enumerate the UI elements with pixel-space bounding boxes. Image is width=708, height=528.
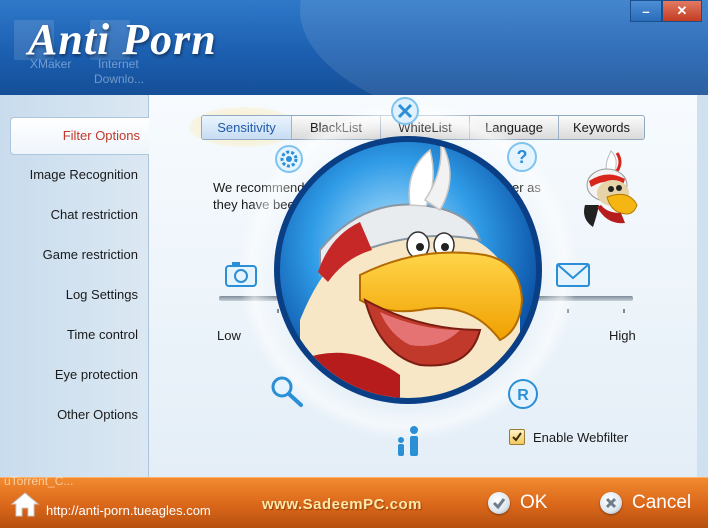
minimize-button[interactable]: –: [630, 0, 662, 22]
window-controls: – ✕: [630, 0, 702, 22]
website-link[interactable]: http://anti-porn.tueagles.com: [46, 503, 211, 518]
cancel-icon: [600, 492, 622, 514]
sidebar-item-game-restriction[interactable]: Game restriction: [0, 237, 138, 273]
check-icon: [488, 492, 510, 514]
sensitivity-description-right: filter as tion.: [499, 179, 541, 213]
slider-tick: [623, 309, 625, 313]
webfilter-checkbox[interactable]: [509, 429, 525, 445]
tab-whitelist[interactable]: WhiteList: [380, 116, 469, 139]
description-line: filter as: [499, 180, 541, 195]
checkmark-icon: [512, 432, 522, 442]
sidebar-item-filter-options[interactable]: Filter Options: [10, 117, 150, 155]
ok-button[interactable]: OK: [488, 489, 547, 517]
tab-keywords[interactable]: Keywords: [558, 116, 644, 139]
home-icon[interactable]: [10, 490, 40, 518]
tab-language[interactable]: Language: [469, 116, 558, 139]
sensitivity-slider[interactable]: [219, 296, 633, 301]
mascot-mini-image: [584, 150, 638, 227]
svg-text:R: R: [517, 387, 529, 404]
sidebar-item-other-options[interactable]: Other Options: [0, 397, 138, 433]
webfilter-option: Enable Webfilter: [509, 429, 628, 445]
sidebar-item-log-settings[interactable]: Log Settings: [0, 277, 138, 313]
sidebar-item-time-control[interactable]: Time control: [0, 317, 138, 353]
mail-icon[interactable]: [556, 263, 590, 287]
sidebar-item-chat-restriction[interactable]: Chat restriction: [0, 197, 138, 233]
cancel-button[interactable]: Cancel: [600, 489, 691, 517]
tab-bar: Sensitivity BlackList WhiteList Language…: [201, 115, 645, 140]
desktop-hint: uTorrent_C...: [4, 474, 74, 488]
content-area: Filter Options Image Recognition Chat re…: [0, 95, 708, 477]
slider-low-label: Low: [217, 328, 241, 343]
cancel-label: Cancel: [632, 492, 692, 513]
ok-label: OK: [520, 492, 548, 513]
app-title: Anti Porn: [28, 15, 217, 64]
slider-tick: [277, 309, 279, 313]
sidebar-item-image-recognition[interactable]: Image Recognition: [0, 157, 138, 193]
minimize-icon: –: [642, 3, 650, 19]
close-icon[interactable]: [391, 97, 419, 125]
tab-sensitivity[interactable]: Sensitivity: [202, 116, 291, 139]
sidebar-item-eye-protection[interactable]: Eye protection: [0, 357, 138, 393]
tab-blacklist[interactable]: BlackList: [291, 116, 380, 139]
webfilter-label: Enable Webfilter: [533, 429, 629, 445]
watermark-text: www.SadeemPC.com: [262, 496, 422, 513]
help-icon[interactable]: ?: [507, 142, 537, 172]
title-bar[interactable]: XMaker Internet Downlo... Anti Porn – ✕: [0, 0, 708, 95]
sidebar: Filter Options Image Recognition Chat re…: [0, 95, 150, 477]
slider-tick: [567, 309, 569, 313]
app-window: XMaker Internet Downlo... Anti Porn – ✕ …: [0, 0, 708, 528]
footer-bar: uTorrent_C... http://anti-porn.tueagles.…: [0, 474, 708, 528]
close-icon: ✕: [676, 3, 688, 18]
description-line: tion.: [499, 197, 524, 212]
settings-icon[interactable]: [275, 145, 303, 173]
close-window-button[interactable]: ✕: [662, 0, 702, 22]
svg-text:?: ?: [517, 147, 528, 167]
camera-icon[interactable]: [225, 262, 257, 287]
desktop-hint: Downlo...: [94, 72, 145, 86]
slider-high-label: High: [609, 328, 636, 343]
registered-icon[interactable]: R: [508, 379, 538, 409]
